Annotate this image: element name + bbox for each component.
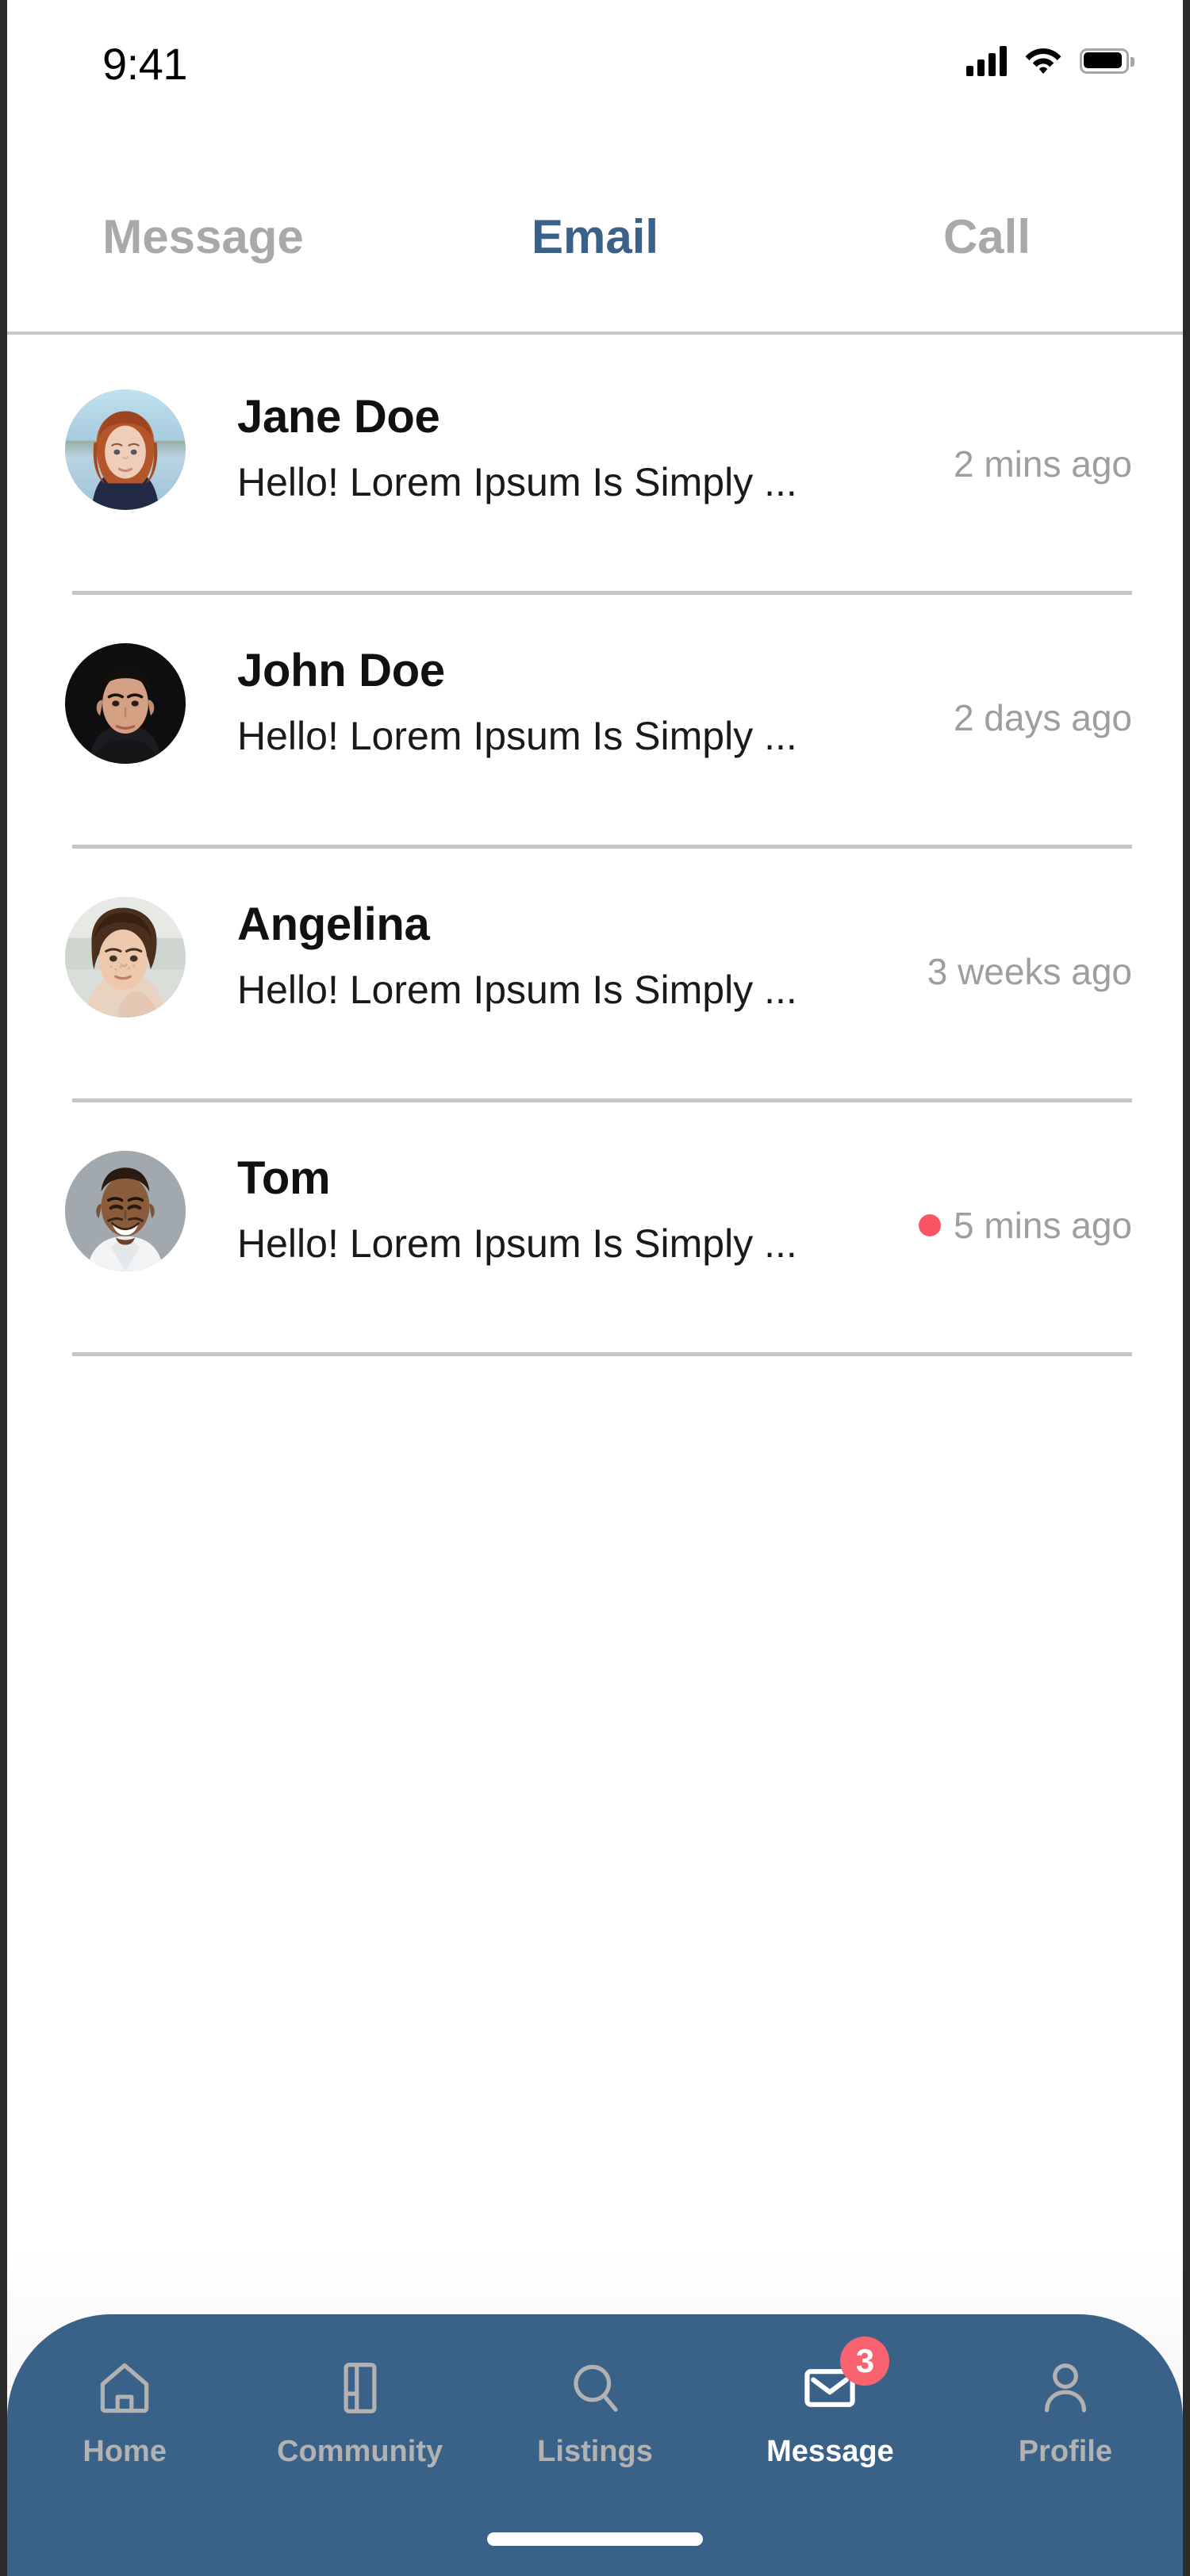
tab-message[interactable]: Message	[7, 176, 399, 333]
battery-icon	[1080, 48, 1134, 74]
conversation-row[interactable]: Angelina Hello! Lorem Ipsum Is Simply ..…	[7, 849, 1183, 1102]
status-bar: 9:41	[7, 0, 1183, 119]
phone-screen: 9:41 Message Email Call Jane Doe Hello! …	[7, 0, 1183, 2576]
conversation-preview: Hello! Lorem Ipsum Is Simply ...	[237, 714, 797, 758]
cellular-signal-icon	[966, 45, 1007, 76]
avatar-john-doe	[65, 643, 186, 764]
nav-item-community[interactable]: Community	[242, 2357, 477, 2576]
conversation-meta: 2 mins ago	[954, 443, 1132, 485]
conversation-name: Angelina	[237, 899, 430, 950]
conversation-text-block: Tom Hello! Lorem Ipsum Is Simply ...	[237, 1152, 797, 1267]
home-icon	[94, 2357, 155, 2419]
tab-bar-divider	[7, 332, 1183, 335]
wifi-icon	[1024, 44, 1062, 78]
conversation-name: Tom	[237, 1152, 331, 1204]
conversation-preview: Hello! Lorem Ipsum Is Simply ...	[237, 460, 797, 504]
conversation-text-block: John Doe Hello! Lorem Ipsum Is Simply ..…	[237, 644, 797, 759]
conversation-text-block: Jane Doe Hello! Lorem Ipsum Is Simply ..…	[237, 390, 797, 505]
conversation-timestamp: 3 weeks ago	[927, 951, 1132, 992]
tab-message-label: Message	[102, 210, 304, 263]
nav-item-listings-label: Listings	[537, 2435, 653, 2468]
nav-item-home[interactable]: Home	[7, 2357, 242, 2576]
tab-email[interactable]: Email	[399, 176, 791, 333]
status-bar-time: 9:41	[102, 39, 188, 89]
bottom-navigation-bar: Home Community Listings 3 Message Profil…	[7, 2314, 1183, 2576]
unread-indicator-dot	[918, 1214, 941, 1236]
nav-item-message[interactable]: 3 Message	[712, 2336, 947, 2576]
conversation-text-block: Angelina Hello! Lorem Ipsum Is Simply ..…	[237, 898, 797, 1013]
conversation-name: John Doe	[237, 645, 445, 696]
conversation-preview: Hello! Lorem Ipsum Is Simply ...	[237, 1221, 797, 1266]
conversation-name: Jane Doe	[237, 391, 440, 443]
list-separator	[72, 1352, 1132, 1356]
top-tab-bar: Message Email Call	[7, 176, 1183, 333]
conversation-meta: 2 days ago	[954, 696, 1132, 739]
conversation-row[interactable]: Jane Doe Hello! Lorem Ipsum Is Simply ..…	[7, 341, 1183, 595]
conversation-preview: Hello! Lorem Ipsum Is Simply ...	[237, 968, 797, 1012]
tab-email-label: Email	[531, 210, 659, 263]
conversation-meta: 3 weeks ago	[927, 950, 1132, 993]
conversation-timestamp: 5 mins ago	[953, 1205, 1132, 1246]
conversation-timestamp: 2 mins ago	[953, 443, 1132, 485]
avatar-angelina	[65, 897, 186, 1018]
tab-call-label: Call	[942, 210, 1031, 263]
nav-item-community-label: Community	[277, 2435, 443, 2468]
envelope-icon: 3	[799, 2336, 890, 2419]
conversation-row[interactable]: Tom Hello! Lorem Ipsum Is Simply ... 5 m…	[7, 1102, 1183, 1356]
conversation-timestamp: 2 days ago	[953, 697, 1132, 738]
nav-item-profile[interactable]: Profile	[948, 2357, 1183, 2576]
message-badge: 3	[840, 2336, 890, 2386]
nav-item-message-label: Message	[766, 2435, 894, 2468]
avatar-jane-doe	[65, 389, 186, 510]
conversation-meta: 5 mins ago	[918, 1204, 1132, 1247]
avatar-tom	[65, 1151, 186, 1271]
search-icon	[564, 2357, 626, 2419]
nav-item-home-label: Home	[83, 2435, 167, 2468]
tab-call[interactable]: Call	[791, 176, 1183, 333]
home-indicator[interactable]	[487, 2532, 703, 2546]
status-bar-icons	[966, 44, 1134, 78]
conversation-list: Jane Doe Hello! Lorem Ipsum Is Simply ..…	[7, 341, 1183, 1356]
nav-item-profile-label: Profile	[1018, 2435, 1112, 2468]
person-icon	[1035, 2357, 1096, 2419]
conversation-row[interactable]: John Doe Hello! Lorem Ipsum Is Simply ..…	[7, 595, 1183, 849]
book-icon	[329, 2357, 391, 2419]
